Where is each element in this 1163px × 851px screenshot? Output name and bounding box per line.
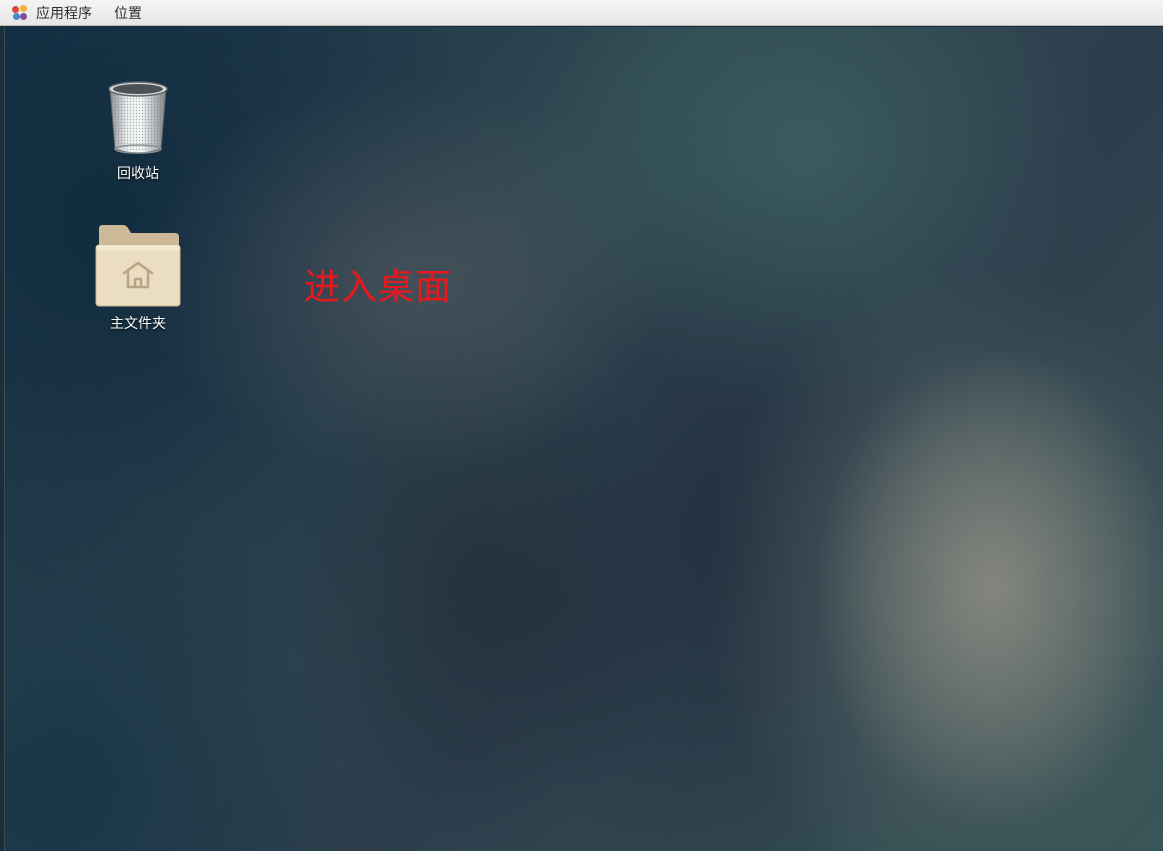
top-panel: 应用程序 位置 (0, 0, 1163, 26)
applications-menu-label: 应用程序 (36, 5, 92, 22)
desktop-icon-trash[interactable]: 回收站 (90, 79, 186, 183)
places-menu[interactable]: 位置 (102, 0, 152, 26)
foot-logo-icon (12, 4, 28, 21)
desktop[interactable]: 回收站 主文件夹 进入桌面 (4, 27, 1163, 851)
screen: 应用程序 位置 回收站 主文件夹 进入桌面 (0, 0, 1163, 851)
places-menu-label: 位置 (114, 5, 142, 22)
desktop-icon-trash-label: 回收站 (117, 166, 159, 182)
home-folder-icon (95, 225, 181, 307)
annotation-text: 进入桌面 (304, 267, 453, 308)
trash-icon (108, 81, 168, 154)
applications-menu[interactable]: 应用程序 (0, 0, 102, 26)
desktop-icon-home-folder[interactable]: 主文件夹 (90, 225, 186, 333)
desktop-icon-home-folder-label: 主文件夹 (110, 316, 166, 332)
